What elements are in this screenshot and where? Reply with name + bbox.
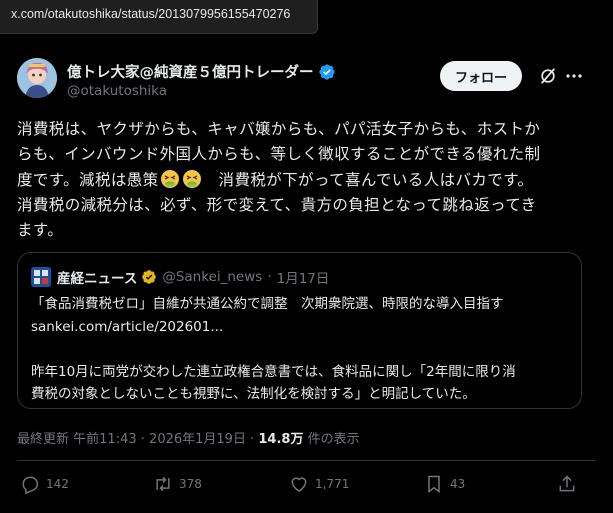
share-icon bbox=[559, 475, 575, 492]
tweet-time[interactable]: 午前11:43 bbox=[73, 432, 136, 447]
author-name[interactable]: 億トレ大家@純資産５億円トレーダー bbox=[67, 61, 314, 82]
reply-button[interactable]: 142 bbox=[20, 474, 69, 494]
quoted-body-line: 費税の対象としないことも視野に、法制化を検討する」と明記していた。 bbox=[31, 386, 476, 402]
meta-separator: · bbox=[140, 432, 145, 447]
quoted-headline: 「食品消費税ゼロ」自維が共通公約で調整 次期衆院選、時限的な導入目指す bbox=[31, 296, 504, 312]
like-button[interactable]: 1,771 bbox=[289, 474, 349, 494]
tweet-line-segment: 消費税が下がって喜んでいる人はバカです。 bbox=[218, 170, 534, 189]
avatar[interactable] bbox=[17, 58, 57, 98]
meta-separator: · bbox=[250, 432, 255, 447]
action-bar: 142 378 1,771 43 bbox=[0, 474, 613, 500]
like-count: 1,771 bbox=[315, 477, 350, 491]
more-icon[interactable] bbox=[565, 66, 583, 86]
share-button[interactable] bbox=[557, 474, 583, 494]
tweet-header: 億トレ大家@純資産５億円トレーダー @otakutoshika bbox=[17, 58, 613, 102]
verified-badge-icon bbox=[142, 270, 157, 284]
quoted-tweet[interactable]: 産経ニュース @Sankei_news · 1月17日 「食品消費税ゼロ」自維が… bbox=[17, 252, 582, 409]
quoted-body-line: 昨年10月に両党が交わした連立政権合意書では、食料品に関し「2年間に限り消 bbox=[31, 363, 516, 380]
tweet-meta: 最終更新 午前11:43 · 2026年1月19日 · 14.8万 件の表示 bbox=[17, 428, 360, 447]
view-count: 14.8万 bbox=[258, 432, 304, 447]
bookmark-count: 43 bbox=[450, 477, 466, 491]
divider bbox=[17, 460, 596, 461]
author-name-row[interactable]: 億トレ大家@純資産５億円トレーダー bbox=[67, 61, 336, 82]
reply-icon bbox=[22, 476, 39, 494]
author-handle[interactable]: @otakutoshika bbox=[67, 83, 167, 99]
bookmark-button[interactable]: 43 bbox=[424, 474, 465, 494]
emoji-tired-face-icon bbox=[160, 169, 179, 188]
tweet-line: らも、インバウンド外国人からも、等しく徴収することができる優れた制 bbox=[17, 145, 541, 164]
quoted-link[interactable]: sankei.com/article/202601... bbox=[31, 316, 576, 339]
tweet-line: 度です。減税は愚策 消費税が下がって喜んでいる人はバカです。 bbox=[17, 168, 597, 193]
follow-button[interactable]: フォロー bbox=[440, 61, 522, 91]
quoted-author-handle[interactable]: @Sankei_news bbox=[162, 269, 262, 285]
quoted-tweet-header: 産経ニュース @Sankei_news · 1月17日 bbox=[31, 267, 329, 287]
updated-label[interactable]: 最終更新 bbox=[17, 432, 69, 447]
repost-count: 378 bbox=[179, 477, 202, 491]
tweet-text: 消費税は、ヤクザからも、キャバ嬢からも、パパ活女子からも、ホストか らも、インバ… bbox=[17, 117, 597, 243]
reply-count: 142 bbox=[46, 477, 69, 491]
tweet-line: 消費税の減税分は、必ず、形で変えて、貴方の負担となって跳ね返ってき bbox=[17, 195, 537, 214]
quoted-separator: · bbox=[267, 269, 272, 285]
emoji-tired-face-icon bbox=[182, 169, 201, 188]
quoted-author-name[interactable]: 産経ニュース bbox=[57, 267, 137, 287]
status-url-bar: x.com/otakutoshika/status/20130799561554… bbox=[0, 0, 318, 34]
status-url: x.com/otakutoshika/status/20130799561554… bbox=[11, 7, 291, 21]
repost-button[interactable]: 378 bbox=[153, 474, 202, 494]
repost-icon bbox=[156, 476, 170, 492]
bookmark-icon bbox=[428, 475, 440, 493]
verified-badge-icon bbox=[318, 63, 335, 80]
quoted-date[interactable]: 1月17日 bbox=[277, 267, 330, 287]
tweet-date[interactable]: 2026年1月19日 bbox=[149, 432, 246, 447]
sankei-logo bbox=[31, 267, 51, 287]
quoted-tweet-text: 「食品消費税ゼロ」自維が共通公約で調整 次期衆院選、時限的な導入目指す sank… bbox=[31, 293, 576, 406]
grok-icon[interactable] bbox=[538, 66, 558, 86]
tweet-line: 消費税は、ヤクザからも、キャバ嬢からも、パパ活女子からも、ホストか bbox=[17, 120, 541, 138]
views-label: 件の表示 bbox=[307, 432, 360, 447]
tweet-line: ます。 bbox=[17, 221, 64, 240]
like-icon bbox=[291, 477, 307, 492]
tweet-line-segment: 度です。減税は愚策 bbox=[17, 170, 159, 189]
